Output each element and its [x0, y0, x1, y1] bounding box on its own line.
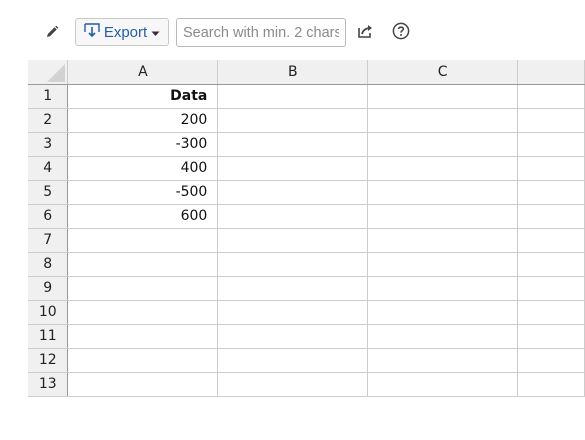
cell-d1[interactable] — [517, 84, 585, 109]
cell-c6[interactable] — [367, 204, 519, 229]
cell-b10[interactable] — [217, 300, 369, 325]
cell-c8[interactable] — [367, 252, 519, 277]
cell-c9[interactable] — [367, 276, 519, 301]
cell-b13[interactable] — [217, 372, 369, 397]
export-label: Export — [103, 23, 148, 41]
toolbar: Export — [0, 0, 585, 62]
table-row: 9 — [28, 276, 585, 301]
cell-a12[interactable] — [67, 348, 219, 373]
cell-c10[interactable] — [367, 300, 519, 325]
cell-d7[interactable] — [517, 228, 585, 253]
row-header[interactable]: 8 — [28, 252, 69, 277]
row-header[interactable]: 3 — [28, 132, 69, 157]
cell-a3[interactable]: -300 — [67, 132, 219, 157]
row-header[interactable]: 9 — [28, 276, 69, 301]
table-row: 11 — [28, 324, 585, 349]
cell-b11[interactable] — [217, 324, 369, 349]
table-row: 7 — [28, 228, 585, 253]
cell-a4[interactable]: 400 — [67, 156, 219, 181]
cell-b1[interactable] — [217, 84, 369, 109]
row-header[interactable]: 12 — [28, 348, 69, 373]
column-header-a[interactable]: A — [67, 60, 219, 85]
cell-a2[interactable]: 200 — [67, 108, 219, 133]
share-icon — [356, 23, 374, 43]
cell-d5[interactable] — [517, 180, 585, 205]
cell-a11[interactable] — [67, 324, 219, 349]
column-header-b[interactable]: B — [217, 60, 369, 85]
select-all-corner[interactable] — [28, 60, 69, 85]
cell-d6[interactable] — [517, 204, 585, 229]
column-header-row: A B C — [28, 60, 585, 85]
cell-d10[interactable] — [517, 300, 585, 325]
cell-b2[interactable] — [217, 108, 369, 133]
table-row: 13 — [28, 372, 585, 397]
column-header-c[interactable]: C — [367, 60, 519, 85]
cell-c12[interactable] — [367, 348, 519, 373]
table-row: 8 — [28, 252, 585, 277]
table-row: 10 — [28, 300, 585, 325]
cell-c5[interactable] — [367, 180, 519, 205]
cell-a9[interactable] — [67, 276, 219, 301]
row-header[interactable]: 13 — [28, 372, 69, 397]
cell-c13[interactable] — [367, 372, 519, 397]
row-header[interactable]: 2 — [28, 108, 69, 133]
help-circle-icon — [392, 22, 410, 44]
row-header[interactable]: 5 — [28, 180, 69, 205]
cell-b12[interactable] — [217, 348, 369, 373]
table-row: 3 -300 — [28, 132, 585, 157]
cell-a6[interactable]: 600 — [67, 204, 219, 229]
export-button[interactable]: Export — [75, 18, 169, 46]
cell-a10[interactable] — [67, 300, 219, 325]
row-header[interactable]: 11 — [28, 324, 69, 349]
table-row: 6 600 — [28, 204, 585, 229]
cell-d4[interactable] — [517, 156, 585, 181]
sheet-table: A B C 1 Data 2 200 3 -300 4 400 5 -500 6… — [28, 60, 585, 397]
cell-b8[interactable] — [217, 252, 369, 277]
cell-b9[interactable] — [217, 276, 369, 301]
row-header[interactable]: 7 — [28, 228, 69, 253]
row-header[interactable]: 1 — [28, 84, 69, 109]
cell-d8[interactable] — [517, 252, 585, 277]
pencil-icon — [45, 24, 59, 43]
cell-c3[interactable] — [367, 132, 519, 157]
cell-b3[interactable] — [217, 132, 369, 157]
cell-c7[interactable] — [367, 228, 519, 253]
cell-d9[interactable] — [517, 276, 585, 301]
caret-down-icon — [151, 24, 160, 41]
cell-c1[interactable] — [367, 84, 519, 109]
cell-c4[interactable] — [367, 156, 519, 181]
cell-d2[interactable] — [517, 108, 585, 133]
cell-c2[interactable] — [367, 108, 519, 133]
row-header[interactable]: 4 — [28, 156, 69, 181]
download-icon — [84, 23, 100, 41]
cell-d12[interactable] — [517, 348, 585, 373]
table-row: 5 -500 — [28, 180, 585, 205]
table-row: 2 200 — [28, 108, 585, 133]
search-input[interactable] — [176, 18, 346, 47]
row-header[interactable]: 6 — [28, 204, 69, 229]
cell-a5[interactable]: -500 — [67, 180, 219, 205]
table-row: 4 400 — [28, 156, 585, 181]
cell-d11[interactable] — [517, 324, 585, 349]
spreadsheet-grid: A B C 1 Data 2 200 3 -300 4 400 5 -500 6… — [28, 60, 585, 410]
cell-b5[interactable] — [217, 180, 369, 205]
cell-b7[interactable] — [217, 228, 369, 253]
cell-a8[interactable] — [67, 252, 219, 277]
cell-a7[interactable] — [67, 228, 219, 253]
help-button[interactable] — [389, 21, 413, 45]
share-button[interactable] — [353, 21, 377, 45]
table-row: 12 — [28, 348, 585, 373]
row-header[interactable]: 10 — [28, 300, 69, 325]
cell-b4[interactable] — [217, 156, 369, 181]
cell-c11[interactable] — [367, 324, 519, 349]
cell-b6[interactable] — [217, 204, 369, 229]
cell-d3[interactable] — [517, 132, 585, 157]
edit-button[interactable] — [41, 22, 63, 44]
cell-a13[interactable] — [67, 372, 219, 397]
column-header-d[interactable] — [517, 60, 585, 85]
table-row: 1 Data — [28, 84, 585, 109]
cell-a1[interactable]: Data — [67, 84, 219, 109]
cell-d13[interactable] — [517, 372, 585, 397]
